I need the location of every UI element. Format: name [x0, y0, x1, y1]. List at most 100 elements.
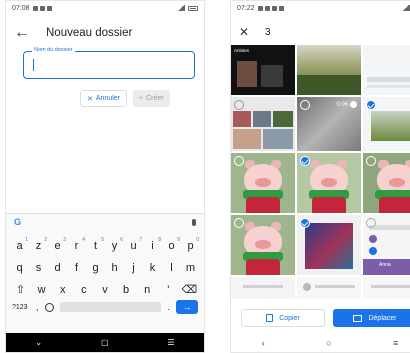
period-key[interactable]: .	[167, 302, 170, 312]
key-l[interactable]: l	[163, 262, 180, 274]
select-checkbox[interactable]	[300, 218, 310, 228]
select-checkbox[interactable]	[366, 156, 376, 166]
image-icon	[46, 5, 52, 11]
album-label: Artistes	[234, 48, 250, 53]
key-h[interactable]: h	[106, 262, 123, 274]
keyboard-row-bottom: ?123 , . →	[6, 296, 204, 318]
chrome-icon	[278, 5, 284, 11]
move-button[interactable]: Déplacer	[333, 309, 410, 327]
photo-tile[interactable]	[363, 97, 410, 151]
nav-back-icon[interactable]: ‹	[262, 338, 265, 348]
key-x[interactable]: x	[54, 284, 71, 296]
key-hint: 2	[44, 237, 47, 243]
screenshot-tile[interactable]	[363, 45, 410, 95]
photo-tile[interactable]	[363, 153, 410, 213]
signal-icon	[177, 5, 185, 11]
key-hint: 6	[120, 237, 123, 243]
key-k[interactable]: k	[144, 262, 161, 274]
comma-key[interactable]: ,	[36, 302, 39, 312]
nav-home-icon[interactable]: ○	[326, 338, 331, 348]
key-c[interactable]: c	[75, 284, 92, 296]
screenshot-tile[interactable]	[297, 277, 361, 299]
google-logo-icon[interactable]: G	[14, 217, 21, 227]
key-q[interactable]: q	[11, 262, 28, 274]
collage-tile[interactable]	[231, 97, 295, 151]
select-checkbox[interactable]	[234, 156, 244, 166]
key-j[interactable]: j	[125, 262, 142, 274]
copy-button[interactable]: Copier	[241, 309, 325, 327]
key-s[interactable]: s	[30, 262, 47, 274]
key-t[interactable]: t5	[87, 237, 104, 252]
key-d[interactable]: d	[49, 262, 66, 274]
move-label: Déplacer	[368, 314, 397, 322]
key-g[interactable]: g	[87, 262, 104, 274]
screenshot-tile[interactable]: Anna	[363, 215, 410, 275]
key-e[interactable]: e3	[49, 237, 66, 252]
video-duration: 0:06	[336, 101, 348, 108]
key-i[interactable]: i8	[144, 237, 161, 252]
play-icon	[350, 101, 357, 108]
text-cursor	[33, 59, 35, 71]
cancel-button[interactable]: ✕ Annuler	[80, 90, 128, 107]
select-checkbox[interactable]	[234, 218, 244, 228]
image-icon	[271, 5, 277, 11]
keyboard: G a1z2e3r4t5y6u7i8o9p0 qsdfghjklm ⇧ w x c v b…	[6, 213, 204, 335]
backspace-key[interactable]: ⌫	[181, 283, 198, 296]
nav-home-icon[interactable]: ▢	[101, 338, 109, 347]
video-tile[interactable]: 0:06	[297, 97, 361, 151]
keyboard-row-2: qsdfghjklm	[6, 252, 204, 274]
key-u[interactable]: u7	[125, 237, 142, 252]
enter-key[interactable]: →	[176, 300, 198, 314]
nav-recent-icon[interactable]: ☰	[167, 338, 174, 347]
key-p[interactable]: p0	[182, 237, 199, 252]
key-n[interactable]: n	[139, 284, 156, 296]
key-v[interactable]: v	[96, 284, 113, 296]
select-checkbox[interactable]	[234, 100, 244, 110]
symbols-key[interactable]: ?123	[12, 304, 30, 311]
shift-key[interactable]: ⇧	[12, 283, 29, 296]
selection-bar: ✕ 3	[231, 21, 410, 43]
key-a[interactable]: a1	[11, 237, 28, 252]
key-o[interactable]: o9	[163, 237, 180, 252]
copy-icon	[266, 314, 274, 322]
key-r[interactable]: r4	[68, 237, 85, 252]
key-hint: 9	[177, 237, 180, 243]
select-checkbox[interactable]	[366, 218, 376, 228]
contact-name: Anna	[379, 262, 391, 268]
microphone-icon[interactable]	[192, 218, 196, 226]
select-checkbox[interactable]	[300, 156, 310, 166]
folder-move-icon	[353, 314, 363, 322]
screenshot-tile[interactable]	[231, 277, 295, 299]
photo-tile[interactable]	[297, 215, 361, 275]
photo-tile[interactable]	[231, 153, 295, 213]
key-f[interactable]: f	[68, 262, 85, 274]
nav-back-icon[interactable]: ⌄	[35, 338, 42, 347]
screenshot-tile[interactable]	[363, 277, 410, 299]
keyboard-row-1: a1z2e3r4t5y6u7i8o9p0	[6, 230, 204, 252]
app-bar: ← Nouveau dossier	[6, 21, 204, 45]
nav-recent-icon[interactable]: ≡	[393, 338, 398, 348]
select-checkbox[interactable]	[366, 100, 376, 110]
key-w[interactable]: w	[33, 284, 50, 296]
key-z[interactable]: z2	[30, 237, 47, 252]
space-key[interactable]	[59, 302, 162, 312]
key-m[interactable]: m	[182, 262, 199, 274]
plus-icon: +	[139, 95, 144, 102]
photo-tile[interactable]	[297, 45, 361, 95]
folder-name-field[interactable]: Nom du dossier	[23, 47, 195, 79]
key-b[interactable]: b	[118, 284, 135, 296]
key-y[interactable]: y6	[106, 237, 123, 252]
close-icon[interactable]: ✕	[239, 25, 257, 39]
navigation-bar: ‹ ○ ≡	[231, 333, 410, 352]
create-label: Créer	[146, 95, 164, 102]
emoji-icon[interactable]	[44, 302, 54, 312]
back-arrow-icon[interactable]: ←	[14, 24, 36, 42]
photo-tile[interactable]	[297, 153, 361, 213]
apostrophe-key[interactable]: '	[160, 284, 177, 296]
create-button[interactable]: + Créer	[133, 90, 170, 107]
select-checkbox[interactable]	[300, 100, 310, 110]
notification-icon	[32, 5, 38, 11]
key-hint: 7	[139, 237, 142, 243]
photo-tile[interactable]: Artistes	[231, 45, 295, 95]
photo-tile[interactable]	[231, 215, 295, 275]
